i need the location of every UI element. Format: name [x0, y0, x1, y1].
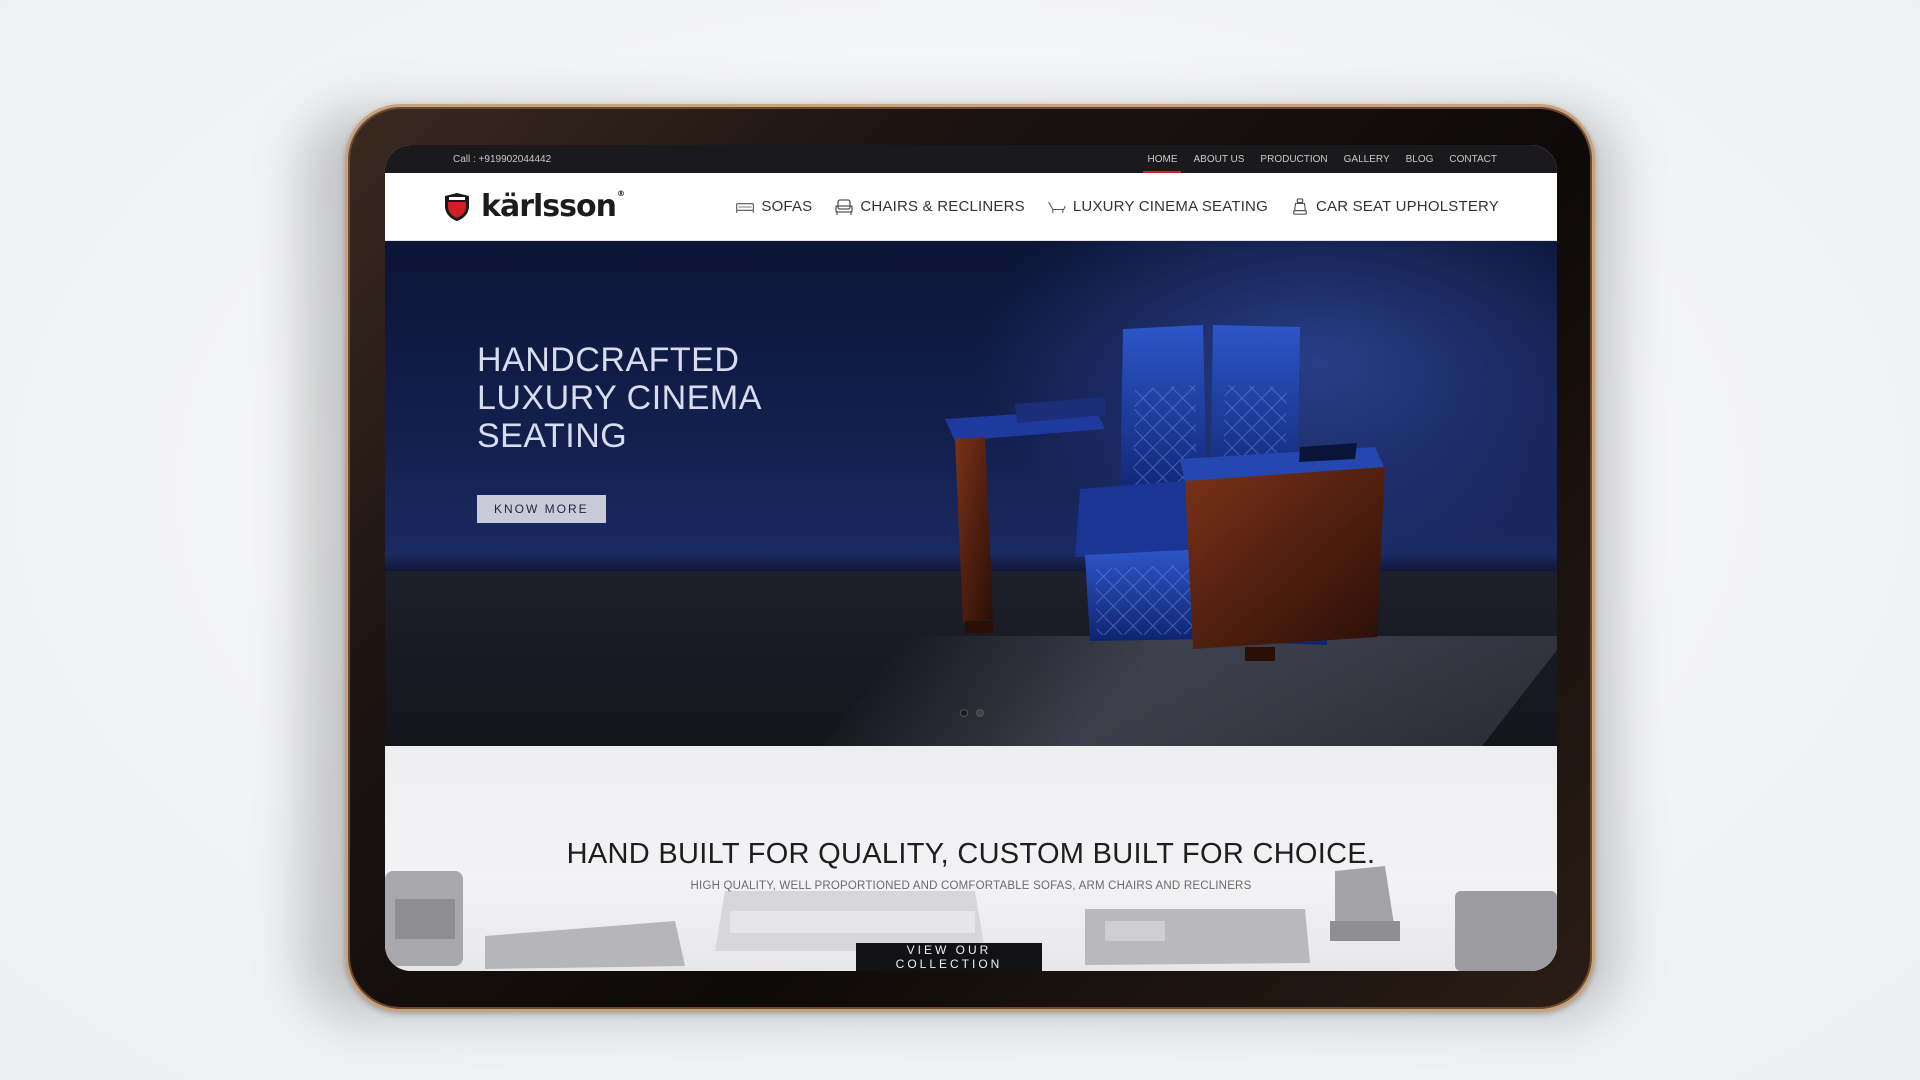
brand-logo[interactable]: kärlsson®: [443, 189, 735, 224]
slide-dot-2[interactable]: [976, 709, 984, 717]
collection-subtitle: HIGH QUALITY, WELL PROPORTIONED AND COMF…: [690, 880, 1252, 892]
brand-name: kärlsson: [481, 189, 617, 224]
top-utility-bar: Call : +919902044442 HOME ABOUT US PRODU…: [385, 145, 1557, 173]
top-link-contact[interactable]: CONTACT: [1449, 145, 1497, 173]
view-collection-button[interactable]: VIEW OUR COLLECTION: [856, 943, 1042, 971]
know-more-button[interactable]: KNOW MORE: [477, 495, 606, 523]
nav-chairs-label: CHAIRS & RECLINERS: [860, 198, 1025, 215]
nav-cinema-seating[interactable]: LUXURY CINEMA SEATING: [1047, 198, 1268, 216]
top-link-production[interactable]: PRODUCTION: [1260, 145, 1327, 173]
nav-car-seat[interactable]: CAR SEAT UPHOLSTERY: [1290, 197, 1499, 216]
sofa-icon: [736, 202, 755, 213]
top-links: HOME ABOUT US PRODUCTION GALLERY BLOG CO…: [1143, 145, 1497, 173]
top-link-home[interactable]: HOME: [1143, 145, 1182, 173]
hero-title-line-3: SEATING: [477, 417, 628, 455]
nav-chairs-recliners[interactable]: CHAIRS & RECLINERS: [834, 198, 1025, 216]
slide-dot-1[interactable]: [960, 709, 968, 717]
hero-title-line-1: HANDCRAFTED: [477, 341, 740, 379]
top-link-gallery[interactable]: GALLERY: [1344, 145, 1390, 173]
nav-sofas-label: SOFAS: [761, 198, 813, 215]
hero-text: HANDCRAFTED LUXURY CINEMA SEATING KNOW M…: [477, 341, 797, 523]
collection-title: HAND BUILT FOR QUALITY, CUSTOM BUILT FOR…: [566, 838, 1376, 870]
brand-wordmark: kärlsson®: [481, 189, 625, 224]
main-nav: kärlsson® SOFAS CHAIRS & RECLINERS LUXUR…: [385, 173, 1557, 241]
hero-title: HANDCRAFTED LUXURY CINEMA SEATING: [477, 341, 797, 455]
cinema-chair-image: [945, 325, 1385, 661]
slider-dots: [960, 709, 984, 717]
shield-logo-icon: [445, 192, 469, 221]
collection-section: HAND BUILT FOR QUALITY, CUSTOM BUILT FOR…: [385, 746, 1557, 971]
car-seat-icon: [1293, 197, 1307, 215]
nav-cinema-label: LUXURY CINEMA SEATING: [1072, 198, 1268, 215]
nav-car-seat-label: CAR SEAT UPHOLSTERY: [1315, 198, 1499, 215]
nav-sofas[interactable]: SOFAS: [735, 198, 812, 216]
recliner-icon: [1048, 201, 1066, 213]
hero-title-line-2: LUXURY CINEMA: [477, 379, 762, 417]
top-link-blog[interactable]: BLOG: [1406, 145, 1434, 173]
primary-nav-links: SOFAS CHAIRS & RECLINERS LUXURY CINEMA S…: [735, 197, 1499, 216]
hero-banner: HANDCRAFTED LUXURY CINEMA SEATING KNOW M…: [385, 241, 1557, 746]
top-link-about[interactable]: ABOUT US: [1193, 145, 1244, 173]
phone-number[interactable]: Call : +919902044442: [453, 154, 1147, 165]
armchair-icon: [835, 198, 854, 215]
tablet-screen: Call : +919902044442 HOME ABOUT US PRODU…: [385, 145, 1557, 971]
registered-mark: ®: [616, 189, 625, 198]
